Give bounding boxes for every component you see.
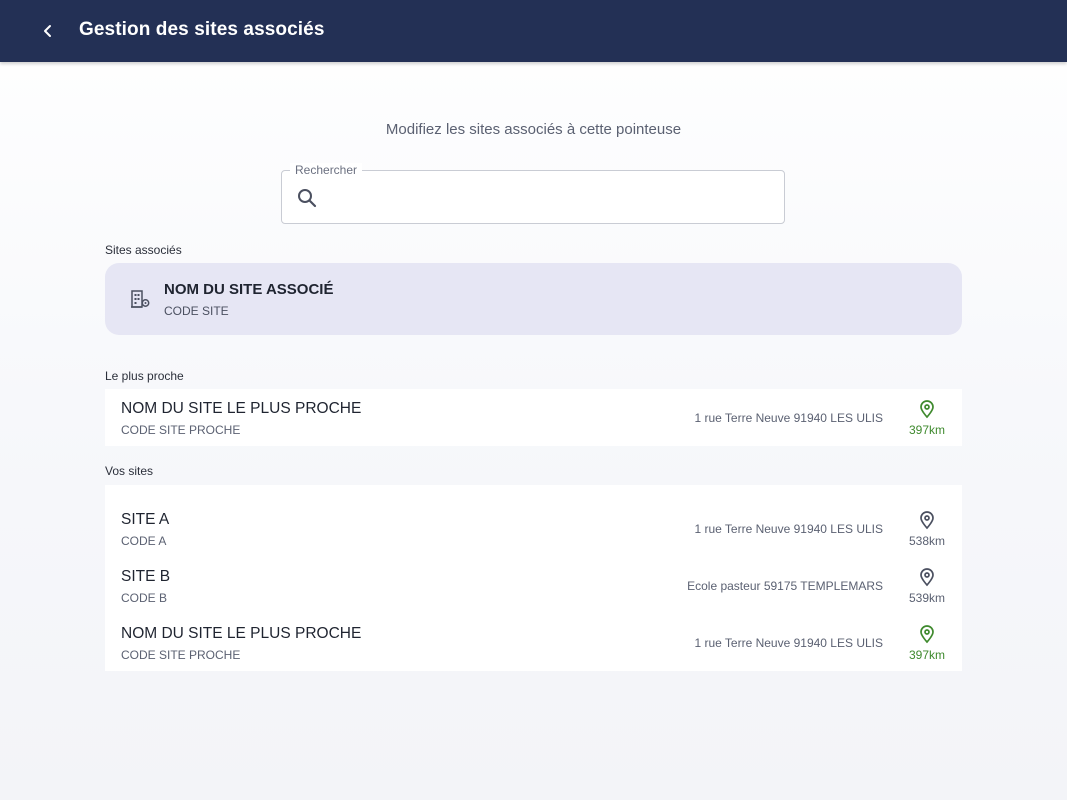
list-item[interactable]: NOM DU SITE LE PLUS PROCHE CODE SITE PRO… bbox=[105, 614, 962, 671]
site-name: SITE B bbox=[121, 568, 171, 585]
associated-site-card[interactable]: NOM DU SITE ASSOCIÉ CODE SITE bbox=[105, 263, 962, 335]
map-pin-icon bbox=[920, 568, 934, 587]
site-address: 1 rue Terre Neuve 91940 LES ULIS bbox=[694, 411, 883, 425]
site-name: NOM DU SITE LE PLUS PROCHE bbox=[121, 400, 362, 417]
site-name: SITE A bbox=[121, 511, 170, 528]
associated-site-name: NOM DU SITE ASSOCIÉ bbox=[164, 281, 334, 298]
page-subtitle: Modifiez les sites associés à cette poin… bbox=[385, 121, 682, 138]
site-code: CODE SITE PROCHE bbox=[121, 648, 241, 662]
your-sites-list: SITE A CODE A 1 rue Terre Neuve 91940 LE… bbox=[105, 485, 962, 671]
your-sites-label: Vos sites bbox=[105, 464, 154, 478]
search-input[interactable] bbox=[328, 183, 772, 213]
associated-site-code: CODE SITE bbox=[164, 304, 229, 318]
site-name: NOM DU SITE LE PLUS PROCHE bbox=[121, 625, 362, 642]
list-item[interactable]: NOM DU SITE LE PLUS PROCHE CODE SITE PRO… bbox=[105, 389, 962, 446]
page-title: Gestion des sites associés bbox=[79, 19, 325, 40]
chevron-left-icon bbox=[44, 25, 51, 37]
site-code: CODE B bbox=[121, 591, 168, 605]
search-label: Rechercher bbox=[290, 163, 363, 177]
back-button[interactable] bbox=[34, 17, 62, 45]
list-item[interactable]: SITE B CODE B Ecole pasteur 59175 TEMPLE… bbox=[105, 557, 962, 614]
map-pin-icon bbox=[920, 400, 934, 419]
site-distance: 538km bbox=[908, 534, 946, 548]
site-distance: 397km bbox=[908, 648, 946, 662]
nearest-label: Le plus proche bbox=[105, 369, 184, 383]
map-pin-icon bbox=[920, 511, 934, 530]
site-address: 1 rue Terre Neuve 91940 LES ULIS bbox=[694, 636, 883, 650]
building-location-icon bbox=[131, 290, 150, 308]
map-pin-icon bbox=[920, 625, 934, 644]
site-code: CODE SITE PROCHE bbox=[121, 423, 241, 437]
site-distance: 397km bbox=[908, 423, 946, 437]
search-field[interactable]: Rechercher bbox=[281, 163, 785, 224]
site-distance: 539km bbox=[908, 591, 946, 605]
app-bar: Gestion des sites associés bbox=[0, 0, 1067, 62]
site-address: 1 rue Terre Neuve 91940 LES ULIS bbox=[694, 522, 883, 536]
nearest-list: NOM DU SITE LE PLUS PROCHE CODE SITE PRO… bbox=[105, 389, 962, 446]
site-address: Ecole pasteur 59175 TEMPLEMARS bbox=[687, 579, 883, 593]
list-item[interactable]: SITE A CODE A 1 rue Terre Neuve 91940 LE… bbox=[105, 500, 962, 557]
search-icon bbox=[298, 189, 317, 208]
site-code: CODE A bbox=[121, 534, 167, 548]
associated-sites-label: Sites associés bbox=[105, 243, 182, 257]
